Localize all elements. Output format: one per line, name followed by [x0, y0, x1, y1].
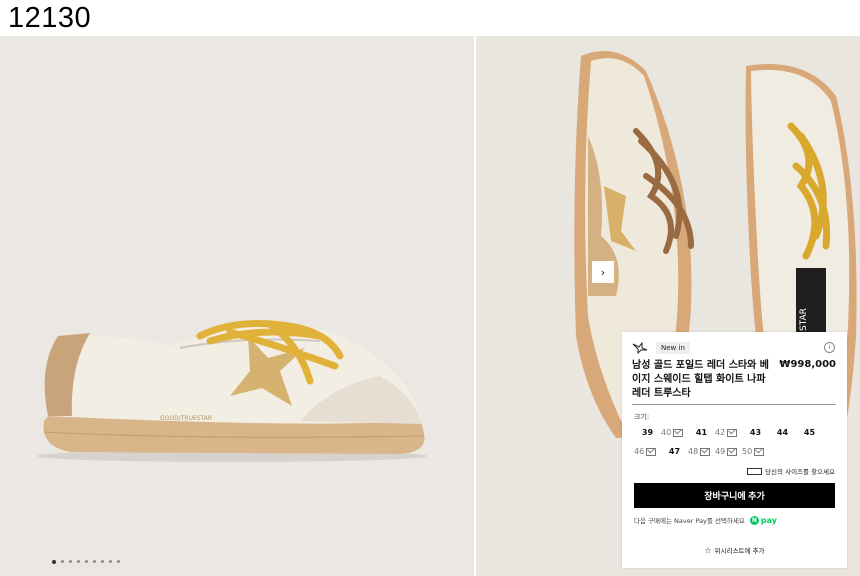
size-option[interactable]: 41 — [688, 428, 715, 437]
product-image-main[interactable]: GOOD/TRUESTAR — [0, 36, 474, 576]
divider — [632, 404, 836, 405]
size-value: 42 — [715, 428, 726, 437]
ruler-icon — [747, 467, 763, 475]
product-card: New in i 남성 골드 포일드 레더 스타와 베이지 스웨이드 힐탭 화이… — [622, 332, 847, 568]
size-value: 47 — [668, 447, 681, 456]
info-icon[interactable]: i — [824, 342, 835, 353]
size-option[interactable]: 40 — [661, 428, 688, 437]
size-value: 39 — [641, 428, 654, 437]
size-value: 43 — [749, 428, 762, 437]
size-value: 41 — [695, 428, 708, 437]
size-option[interactable]: 46 — [634, 447, 661, 456]
size-option[interactable]: 44 — [769, 428, 796, 437]
carousel-next-button[interactable]: › — [592, 261, 614, 283]
card-header: New in i — [632, 340, 837, 356]
size-value: 46 — [634, 447, 645, 456]
star-outline-icon: ☆ — [704, 545, 712, 555]
size-value: 40 — [661, 428, 672, 437]
mail-icon — [727, 428, 738, 437]
size-value: 48 — [688, 447, 699, 456]
size-option[interactable]: 42 — [715, 428, 742, 437]
naver-pay-button[interactable]: N pay — [749, 515, 777, 525]
product-price: ₩998,000 — [779, 359, 836, 370]
carousel-dot[interactable] — [101, 560, 104, 563]
size-option[interactable]: 43 — [742, 428, 769, 437]
size-option[interactable]: 48 — [688, 447, 715, 456]
carousel-dot[interactable] — [109, 560, 112, 563]
chevron-right-icon: › — [600, 265, 606, 279]
size-option[interactable]: 47 — [661, 447, 688, 456]
naver-pay-icon: N — [749, 515, 759, 525]
wishlist-label: 위시리스트에 추가 — [714, 547, 765, 555]
mail-icon — [727, 447, 738, 456]
naver-pay-row: 다음 구매에는 Naver Pay를 선택하세요 N pay — [634, 515, 777, 525]
add-to-cart-button[interactable]: 장바구니에 추가 — [634, 483, 835, 508]
mail-icon — [700, 447, 711, 456]
size-value: 49 — [715, 447, 726, 456]
top-bar: 12130 — [0, 0, 860, 36]
add-to-wishlist-link[interactable]: ☆ 위시리스트에 추가 — [622, 545, 847, 556]
size-value: 45 — [803, 428, 816, 437]
carousel-dot[interactable] — [69, 560, 72, 563]
new-in-badge: New in — [656, 342, 690, 354]
product-name: 남성 골드 포일드 레더 스타와 베이지 스웨이드 힐탭 화이트 나파 레더 트… — [632, 360, 770, 399]
size-option[interactable]: 45 — [796, 428, 823, 437]
item-code: 12130 — [8, 2, 92, 34]
naver-pay-text: 다음 구매에는 Naver Pay를 선택하세요 — [634, 517, 745, 525]
carousel-dot[interactable] — [61, 560, 64, 563]
size-label: 크기: — [634, 413, 650, 421]
svg-text:GOOD/TRUESTAR: GOOD/TRUESTAR — [160, 415, 212, 422]
carousel-dot[interactable] — [52, 559, 56, 564]
brand-star-icon — [632, 342, 648, 354]
size-row: 39 40 41 42 43 44 45 — [634, 428, 823, 437]
size-option[interactable]: 50 — [742, 447, 769, 456]
size-row: 46 47 48 49 50 — [634, 447, 769, 456]
size-option[interactable]: 49 — [715, 447, 742, 456]
carousel-dots — [52, 559, 120, 566]
svg-text:STAR: STAR — [799, 308, 809, 331]
carousel-dot[interactable] — [85, 560, 88, 563]
carousel-dot[interactable] — [77, 560, 80, 563]
size-guide-label: 당신의 사이즈를 찾으세요 — [765, 468, 835, 476]
carousel-dot[interactable] — [117, 560, 120, 563]
size-value: 44 — [776, 428, 789, 437]
carousel-dot[interactable] — [93, 560, 96, 563]
mail-icon — [646, 447, 657, 456]
size-value: 50 — [742, 447, 753, 456]
naver-pay-label: pay — [760, 515, 777, 525]
size-guide-link[interactable]: 당신의 사이즈를 찾으세요 — [747, 466, 835, 476]
mail-icon — [673, 428, 684, 437]
mail-icon — [754, 447, 765, 456]
size-option[interactable]: 39 — [634, 428, 661, 437]
sneaker-side-image: GOOD/TRUESTAR — [37, 320, 427, 462]
